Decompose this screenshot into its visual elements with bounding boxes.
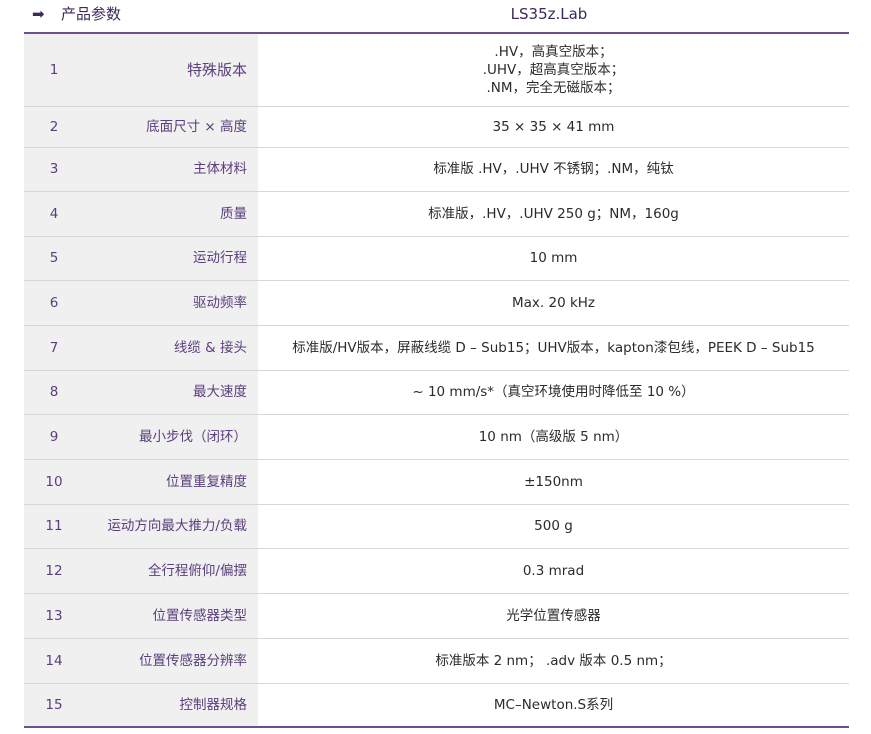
value-line: 10 mm (529, 250, 578, 266)
value-line: 光学位置传感器 (506, 607, 601, 624)
row-label: 质量 (84, 191, 258, 237)
row-number: 6 (24, 280, 84, 326)
value-line: 35 × 35 × 41 mm (492, 118, 615, 135)
row-label: 最小步伐（闭环） (84, 414, 258, 460)
section-header: ➡ 产品参数 LS35z.Lab (24, 0, 849, 34)
row-label: 线缆 & 接头 (84, 325, 258, 371)
row-number: 8 (24, 370, 84, 415)
row-label: 驱动频率 (84, 280, 258, 326)
row-number: 10 (24, 459, 84, 505)
table-row: 4 质量 标准版，.HV，.UHV 250 g；NM，160g (24, 191, 849, 237)
row-value: 10 nm（高级版 5 nm） (258, 414, 849, 460)
row-value: ±150nm (258, 459, 849, 505)
value-line: ~ 10 mm/s*（真空环境使用时降低至 10 %） (412, 384, 695, 400)
row-label: 位置传感器类型 (84, 593, 258, 639)
table-row: 7 线缆 & 接头 标准版/HV版本，屏蔽线缆 D – Sub15；UHV版本，ka… (24, 325, 849, 371)
row-number: 4 (24, 191, 84, 237)
table-row: 5 运动行程 10 mm (24, 236, 849, 281)
table-row: 9 最小步伐（闭环） 10 nm（高级版 5 nm） (24, 414, 849, 460)
row-label: 控制器规格 (84, 683, 258, 728)
row-value: 35 × 35 × 41 mm (258, 106, 849, 148)
value-line: 500 g (534, 518, 573, 534)
value-line: .UHV，超高真空版本； (482, 61, 625, 78)
row-number: 2 (24, 106, 84, 148)
table-row: 15 控制器规格 MC–Newton.S系列 (24, 683, 849, 728)
row-number: 11 (24, 504, 84, 549)
row-value: 标准版/HV版本，屏蔽线缆 D – Sub15；UHV版本，kapton漆包线，… (258, 325, 849, 371)
arrow-right-icon: ➡ (32, 5, 45, 23)
table-row: 14 位置传感器分辨率 标准版本 2 nm； .adv 版本 0.5 nm； (24, 638, 849, 684)
table-row: 13 位置传感器类型 光学位置传感器 (24, 593, 849, 639)
row-number: 12 (24, 548, 84, 594)
row-label: 运动行程 (84, 236, 258, 281)
table-row: 6 驱动频率 Max. 20 kHz (24, 280, 849, 326)
table-row: 10 位置重复精度 ±150nm (24, 459, 849, 505)
row-number: 13 (24, 593, 84, 639)
row-number: 7 (24, 325, 84, 371)
table-row: 1 特殊版本 .HV，高真空版本； .UHV，超高真空版本； .NM，完全无磁版本； (24, 34, 849, 107)
row-value: 标准版 .HV，.UHV 不锈钢；.NM，纯钛 (258, 147, 849, 192)
value-line: 10 nm（高级版 5 nm） (478, 428, 629, 445)
row-label: 位置传感器分辨率 (84, 638, 258, 684)
row-number: 15 (24, 683, 84, 728)
value-line: .NM，完全无磁版本； (486, 79, 621, 96)
row-value: 标准版本 2 nm； .adv 版本 0.5 nm； (258, 638, 849, 684)
value-line: 标准版本 2 nm； .adv 版本 0.5 nm； (435, 652, 672, 669)
section-title: 产品参数 (61, 5, 122, 23)
row-label: 底面尺寸 × 高度 (84, 106, 258, 148)
row-value: 标准版，.HV，.UHV 250 g；NM，160g (258, 191, 849, 237)
value-line: Max. 20 kHz (511, 294, 596, 311)
row-value: .HV，高真空版本； .UHV，超高真空版本； .NM，完全无磁版本； (258, 34, 849, 107)
row-label: 主体材料 (84, 147, 258, 192)
value-line: .HV，高真空版本； (494, 43, 613, 60)
table-row: 11 运动方向最大推力/负载 500 g (24, 504, 849, 549)
row-number: 3 (24, 147, 84, 192)
row-label: 位置重复精度 (84, 459, 258, 505)
value-line: 标准版 .HV，.UHV 不锈钢；.NM，纯钛 (433, 161, 674, 177)
value-line: ±150nm (524, 473, 583, 490)
spec-table-body: 1 特殊版本 .HV，高真空版本； .UHV，超高真空版本； .NM，完全无磁版本； 2 底… (24, 34, 849, 728)
row-value: 光学位置传感器 (258, 593, 849, 639)
row-label: 最大速度 (84, 370, 258, 415)
row-number: 1 (24, 34, 84, 107)
row-value: 500 g (258, 504, 849, 549)
model-name: LS35z.Lab (510, 5, 588, 23)
row-label: 运动方向最大推力/负载 (84, 504, 258, 549)
table-row: 2 底面尺寸 × 高度 35 × 35 × 41 mm (24, 106, 849, 148)
row-value: MC–Newton.S系列 (258, 683, 849, 728)
row-number: 14 (24, 638, 84, 684)
row-value: ~ 10 mm/s*（真空环境使用时降低至 10 %） (258, 370, 849, 415)
row-label: 特殊版本 (84, 34, 258, 107)
row-value: Max. 20 kHz (258, 280, 849, 326)
row-label: 全行程俯仰/偏摆 (84, 548, 258, 594)
spec-table: 1 特殊版本 .HV，高真空版本； .UHV，超高真空版本； .NM，完全无磁版本； 2 底… (24, 34, 849, 728)
row-number: 9 (24, 414, 84, 460)
row-number: 5 (24, 236, 84, 281)
value-line: MC–Newton.S系列 (493, 696, 614, 713)
table-row: 12 全行程俯仰/偏摆 0.3 mrad (24, 548, 849, 594)
row-value: 10 mm (258, 236, 849, 281)
value-line: 标准版，.HV，.UHV 250 g；NM，160g (428, 205, 679, 222)
value-line: 标准版/HV版本，屏蔽线缆 D – Sub15；UHV版本，kapton漆包线，… (292, 339, 815, 356)
row-value: 0.3 mrad (258, 548, 849, 594)
table-row: 8 最大速度 ~ 10 mm/s*（真空环境使用时降低至 10 %） (24, 370, 849, 415)
table-row: 3 主体材料 标准版 .HV，.UHV 不锈钢；.NM，纯钛 (24, 147, 849, 192)
value-line: 0.3 mrad (522, 562, 585, 579)
